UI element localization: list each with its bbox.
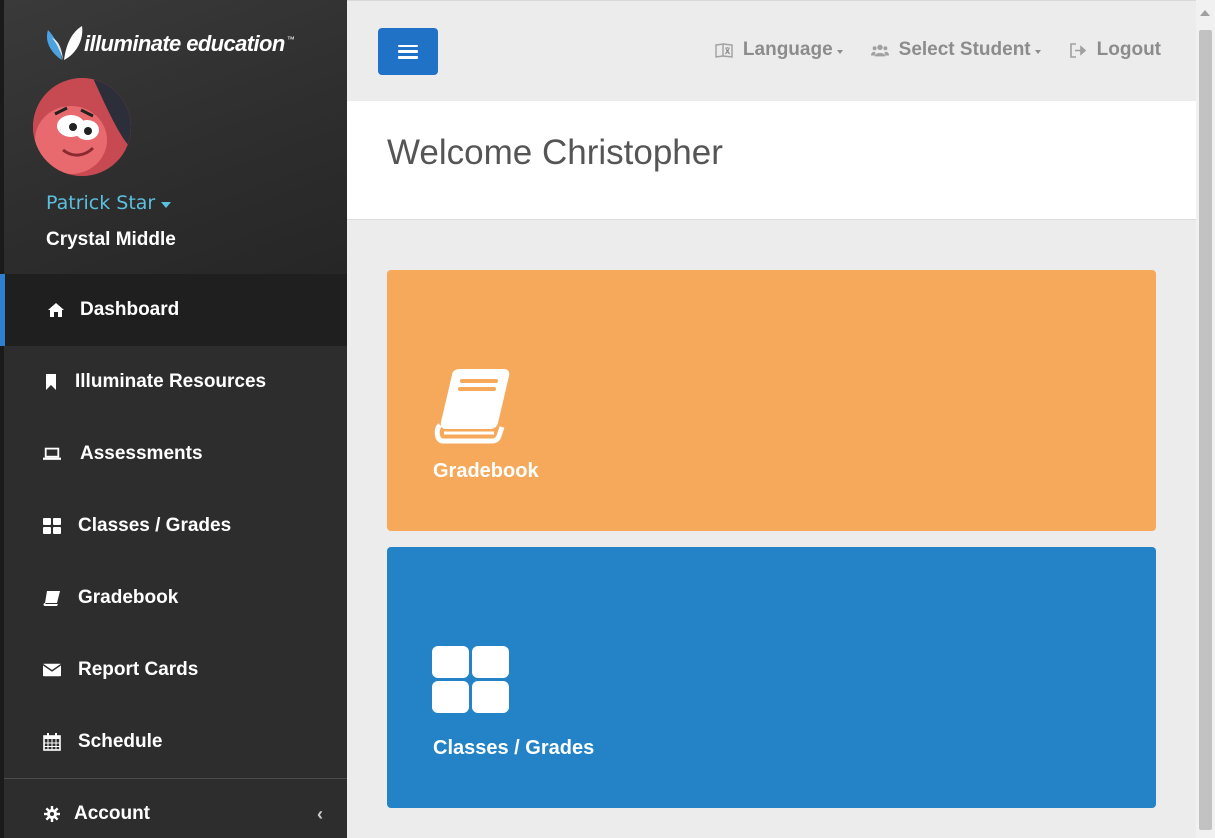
select-student-label: Select Student: [898, 39, 1031, 60]
sidebar-item-label: Report Cards: [78, 659, 199, 680]
calendar-icon: [42, 733, 62, 751]
gradebook-tile[interactable]: Gradebook: [387, 270, 1156, 531]
logout-icon: [1069, 42, 1089, 58]
profile-panel: illuminate education ™ Patrick Star Crys…: [4, 0, 347, 274]
bookmark-icon: [44, 373, 58, 391]
sidebar-item-report-cards[interactable]: Report Cards: [4, 634, 347, 706]
caret-down-icon: [1034, 50, 1041, 54]
logo-text: illuminate education: [84, 31, 285, 56]
top-links: Language Select Student Logout: [687, 39, 1161, 61]
sidebar-nav: Dashboard Illuminate Resources Assessmen…: [0, 274, 347, 838]
grid-icon: [432, 646, 509, 713]
sidebar-item-gradebook[interactable]: Gradebook: [4, 562, 347, 634]
welcome-panel: Welcome Christopher: [347, 101, 1196, 220]
scroll-up-arrow-icon[interactable]: [1200, 10, 1210, 16]
user-name: Patrick Star: [46, 192, 156, 214]
top-bar: Language Select Student Logout: [347, 0, 1196, 101]
sidebar: illuminate education ™ Patrick Star Crys…: [0, 0, 347, 838]
sidebar-item-label: Account: [74, 803, 150, 824]
sidebar-item-dashboard[interactable]: Dashboard: [0, 274, 347, 346]
tile-label: Classes / Grades: [433, 737, 595, 759]
page-title: Welcome Christopher: [387, 133, 723, 172]
avatar-image: [33, 78, 131, 176]
language-dropdown[interactable]: Language: [715, 39, 843, 61]
home-icon: [46, 301, 66, 319]
avatar[interactable]: [33, 78, 131, 176]
logo-trademark: ™: [286, 34, 295, 44]
chevron-left-icon: ‹: [317, 803, 323, 824]
classes-grades-tile[interactable]: Classes / Grades: [387, 547, 1156, 808]
sidebar-item-label: Assessments: [80, 443, 203, 464]
user-menu-toggle[interactable]: Patrick Star: [46, 192, 172, 214]
language-icon: [715, 42, 735, 58]
sidebar-item-account[interactable]: Account ‹: [4, 779, 347, 838]
sidebar-item-label: Gradebook: [78, 587, 179, 608]
laptop-icon: [42, 445, 62, 463]
select-student-dropdown[interactable]: Select Student: [870, 39, 1041, 61]
brand-logo[interactable]: illuminate education ™: [42, 24, 295, 64]
sidebar-item-label: Illuminate Resources: [75, 371, 267, 392]
scrollbar-thumb[interactable]: [1199, 30, 1212, 830]
school-name: Crystal Middle: [46, 229, 176, 250]
caret-down-icon: [836, 50, 843, 54]
logout-label: Logout: [1096, 39, 1161, 60]
caret-down-icon: [161, 201, 172, 208]
users-icon: [870, 42, 891, 58]
menu-toggle-button[interactable]: [378, 28, 438, 75]
sidebar-item-label: Dashboard: [80, 299, 180, 320]
language-label: Language: [742, 39, 833, 60]
butterfly-logo-icon: [46, 26, 83, 60]
sidebar-item-assessments[interactable]: Assessments: [4, 418, 347, 490]
sidebar-item-illuminate-resources[interactable]: Illuminate Resources: [4, 346, 347, 418]
sidebar-item-schedule[interactable]: Schedule: [4, 706, 347, 778]
gear-icon: [42, 805, 62, 823]
scrollbar[interactable]: [1196, 0, 1215, 838]
sidebar-item-label: Classes / Grades: [78, 515, 232, 536]
sidebar-item-label: Schedule: [78, 731, 163, 752]
hamburger-icon: [398, 44, 418, 59]
tile-label: Gradebook: [433, 460, 539, 482]
envelope-icon: [42, 661, 62, 679]
book-icon: [42, 589, 62, 607]
sidebar-item-classes-grades[interactable]: Classes / Grades: [4, 490, 347, 562]
book-icon: [434, 369, 510, 444]
logout-link[interactable]: Logout: [1069, 39, 1161, 61]
grid-icon: [42, 517, 62, 535]
